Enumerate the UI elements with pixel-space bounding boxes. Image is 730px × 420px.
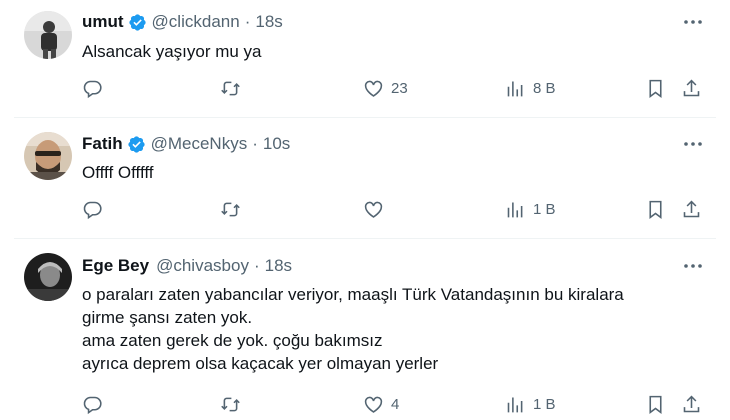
- bookmark-button[interactable]: [645, 394, 666, 415]
- like-icon: [364, 396, 383, 413]
- tweet-actions: 1 B: [0, 199, 730, 225]
- separator-dot: ·: [244, 12, 251, 31]
- author-name[interactable]: Ege Bey: [82, 256, 149, 276]
- views-icon: [507, 81, 523, 97]
- more-icon[interactable]: [682, 133, 704, 155]
- tweet-text-line: girme şansı zaten yok.: [82, 308, 253, 327]
- share-icon: [683, 395, 700, 413]
- retweet-icon: [221, 81, 240, 96]
- like-icon: [364, 201, 383, 218]
- reply-button[interactable]: [82, 394, 103, 415]
- bookmark-button[interactable]: [645, 199, 666, 220]
- view-count: 8 B: [533, 80, 556, 97]
- like-button[interactable]: 4: [363, 394, 399, 415]
- divider: [14, 117, 716, 118]
- views-icon: [507, 202, 523, 218]
- tweet-text: Alsancak yaşıyor mu ya: [82, 40, 262, 63]
- retweet-button[interactable]: [220, 394, 241, 415]
- verified-badge-icon: [128, 13, 146, 31]
- share-button[interactable]: [681, 78, 702, 99]
- like-button[interactable]: 23: [363, 78, 408, 99]
- retweet-button[interactable]: [220, 199, 241, 220]
- bookmark-button[interactable]: [645, 78, 666, 99]
- avatar[interactable]: [24, 253, 72, 301]
- retweet-icon: [221, 202, 240, 217]
- bookmark-icon: [649, 395, 662, 414]
- share-icon: [683, 79, 700, 97]
- share-icon: [683, 200, 700, 218]
- author-name[interactable]: umut: [82, 12, 124, 32]
- views-button[interactable]: 8 B: [505, 78, 556, 99]
- divider: [14, 238, 716, 239]
- view-count: 1 B: [533, 201, 556, 218]
- author-handle[interactable]: @MeceNkys: [151, 134, 248, 154]
- share-button[interactable]: [681, 199, 702, 220]
- avatar[interactable]: [24, 11, 72, 59]
- reply-button[interactable]: [82, 78, 103, 99]
- reply-icon: [83, 80, 102, 99]
- tweet-text-line: ayrıca deprem olsa kaçacak yer olmayan y…: [82, 354, 439, 373]
- author-handle[interactable]: @chivasboy: [156, 256, 249, 276]
- views-button[interactable]: 1 B: [505, 199, 556, 220]
- timestamp[interactable]: 18s: [265, 256, 292, 276]
- view-count: 1 B: [533, 396, 556, 413]
- tweet-text-line: Alsancak yaşıyor mu ya: [82, 42, 262, 61]
- tweet-text-line: ama zaten gerek de yok. çoğu bakımsız: [82, 331, 383, 350]
- like-count: 23: [391, 80, 408, 97]
- views-icon: [507, 397, 523, 413]
- tweet-text-line: Offff Offfff: [82, 163, 154, 182]
- retweet-button[interactable]: [220, 78, 241, 99]
- verified-badge-icon: [127, 135, 145, 153]
- separator-dot: ·: [252, 134, 258, 153]
- bookmark-icon: [649, 79, 662, 98]
- avatar[interactable]: [24, 132, 72, 180]
- more-icon[interactable]: [682, 11, 704, 33]
- tweet-text-line: o paraları zaten yabancılar veriyor, maa…: [82, 285, 624, 304]
- separator-dot: ·: [253, 256, 260, 275]
- tweet-header: Ege Bey @chivasboy · 18s: [82, 255, 292, 277]
- tweet-text: o paraları zaten yabancılar veriyor, maa…: [82, 283, 624, 375]
- tweet-actions: 4 1 B: [0, 394, 730, 420]
- tweet-text: Offff Offfff: [82, 161, 154, 184]
- more-icon[interactable]: [682, 255, 704, 277]
- bookmark-icon: [649, 200, 662, 219]
- timestamp[interactable]: 10s: [263, 134, 290, 154]
- timestamp[interactable]: 18s: [255, 12, 282, 32]
- reply-button[interactable]: [82, 199, 103, 220]
- author-name[interactable]: Fatih: [82, 134, 123, 154]
- reply-icon: [83, 396, 102, 415]
- tweet-header: umut @clickdann · 18s: [82, 11, 283, 33]
- tweet-actions: 23 8 B: [0, 78, 730, 104]
- author-handle[interactable]: @clickdann: [152, 12, 240, 32]
- like-icon: [364, 80, 383, 97]
- tweet-header: Fatih @MeceNkys · 10s: [82, 133, 290, 155]
- share-button[interactable]: [681, 394, 702, 415]
- views-button[interactable]: 1 B: [505, 394, 556, 415]
- like-count: 4: [391, 396, 400, 413]
- retweet-icon: [221, 397, 240, 412]
- reply-icon: [83, 201, 102, 220]
- like-button[interactable]: [363, 199, 391, 220]
